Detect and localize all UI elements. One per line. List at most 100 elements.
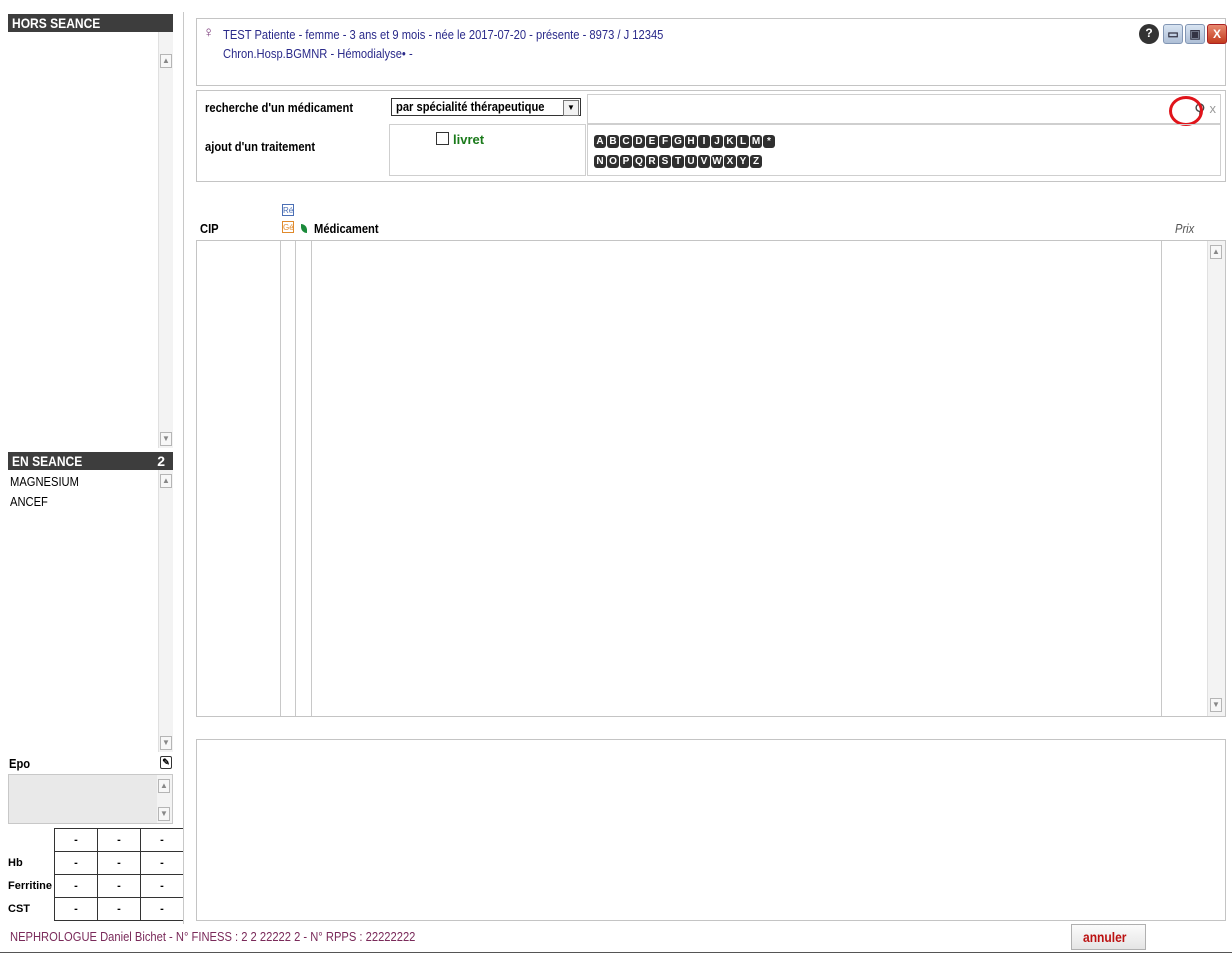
letter-button[interactable]: W [711,155,723,168]
letter-button[interactable]: Q [633,155,645,168]
en-seance-header: EN SEANCE 2 [8,452,173,470]
scroll-up-icon[interactable]: ▲ [160,474,172,488]
letter-button[interactable]: F [659,135,671,148]
help-icon[interactable]: ? [1139,24,1159,44]
livret-label: livret [453,132,485,147]
search-mode-select[interactable]: par spécialité thérapeutique ▼ [391,98,581,116]
table-row: CST - - - [6,897,185,921]
list-item[interactable]: ANCEF [8,492,156,512]
letter-button[interactable]: H [685,135,697,148]
female-symbol-icon: ♀ [203,24,215,41]
lab-value: - [97,851,142,875]
lab-value: - [54,874,99,898]
table-row: Ferritine - - - [6,874,185,898]
letter-button[interactable]: I [698,135,710,148]
letter-button[interactable]: G [672,135,684,148]
letter-button[interactable]: D [633,135,645,148]
lab-row-label [6,829,55,852]
grid-scrollbar[interactable]: ▲ ▼ [1207,241,1225,716]
letter-button[interactable]: X [724,155,736,168]
scroll-down-icon[interactable]: ▼ [160,432,172,446]
col-cip[interactable]: CIP [200,221,222,236]
clear-search-icon[interactable]: x [1210,101,1217,116]
letter-button[interactable]: A [594,135,606,148]
minimize-icon[interactable]: ▭ [1163,24,1183,44]
letter-button[interactable]: R [646,155,658,168]
patient-header: ♀ TEST Patiente - femme - 3 ans et 9 moi… [196,18,1227,86]
letter-button[interactable]: E [646,135,658,148]
col-prix[interactable]: Prix [1175,221,1197,236]
patient-identity: TEST Patiente - femme - 3 ans et 9 mois … [223,27,664,42]
en-seance-title: EN SEANCE [12,453,83,469]
letter-button[interactable]: J [711,135,723,148]
scroll-down-icon[interactable]: ▼ [160,736,172,750]
cancel-button-label: annuler [1083,929,1127,945]
list-item-label: ANCEF [10,494,48,509]
medication-grid: ▲ ▼ [196,240,1226,717]
grid-divider [280,241,281,716]
letter-button[interactable]: * [763,135,775,148]
lab-value: - [97,828,142,852]
cancel-button[interactable]: annuler [1071,924,1146,950]
letter-button[interactable]: L [737,135,749,148]
letter-button[interactable]: T [672,155,684,168]
table-row: Hb - - - [6,851,185,875]
en-seance-count: 2 [157,453,165,469]
alphabet-cell: A B C D E F G H I J K L M * NOPQRSTUVWXYZ [587,124,1221,176]
checkbox-icon[interactable] [436,132,449,145]
letter-button[interactable]: O [607,155,619,168]
table-row: - - - [6,828,185,852]
letter-button[interactable]: M [750,135,762,148]
lab-value: - [54,828,99,852]
letter-button[interactable]: V [698,155,710,168]
maximize-icon[interactable]: ▣ [1185,24,1205,44]
lab-value: - [54,851,99,875]
en-seance-scrollbar[interactable]: ▲ ▼ [158,470,173,752]
col-medicament[interactable]: Médicament [314,221,389,236]
lab-value: - [54,897,99,921]
lab-value: - [140,828,185,852]
badge-ge[interactable]: Gé [282,221,294,233]
search-input[interactable]: ⚲ x [587,94,1221,124]
letter-button[interactable]: Y [737,155,749,168]
lab-value: - [140,851,185,875]
leaf-icon[interactable] [301,224,307,233]
alphabet-row-2: NOPQRSTUVWXYZ [594,152,763,168]
lab-row-label: Hb [8,857,23,869]
search-panel: recherche d'un médicament par spécialité… [196,90,1226,182]
column-divider [183,12,184,924]
epo-scrollbar[interactable]: ▲ ▼ [157,775,172,823]
scroll-up-icon[interactable]: ▲ [158,779,170,793]
letter-button[interactable]: Z [750,155,762,168]
letter-button[interactable]: N [594,155,606,168]
lab-results-table: - - - Hb - - - Ferritine - - - CST - - - [6,828,185,921]
search-label: recherche d'un médicament [205,100,354,115]
letter-button[interactable]: C [620,135,632,148]
patient-service: Chron.Hosp.BGMNR - Hémodialyse• - [223,46,413,61]
scroll-up-icon[interactable]: ▲ [160,54,172,68]
scroll-down-icon[interactable]: ▼ [158,807,170,821]
grid-divider [311,241,312,716]
hors-seance-scrollbar[interactable]: ▲ ▼ [158,32,173,448]
scroll-down-icon[interactable]: ▼ [1210,698,1222,712]
lab-row-label: Ferritine [8,880,53,892]
epo-box: ▲ ▼ [8,774,173,824]
letter-button[interactable]: B [607,135,619,148]
chevron-down-icon[interactable]: ▼ [563,100,579,116]
livret-cell: livret [389,124,586,176]
highlight-annotation [1169,96,1203,126]
letter-button[interactable]: S [659,155,671,168]
grid-divider [295,241,296,716]
letter-button[interactable]: U [685,155,697,168]
edit-icon[interactable]: ✎ [160,756,172,769]
letter-button[interactable]: P [620,155,632,168]
close-icon[interactable]: X [1207,24,1227,44]
hors-seance-panel: HORS SEANCE ▲ ▼ [8,14,173,448]
list-item[interactable]: MAGNESIUM [8,472,156,492]
livret-checkbox[interactable]: livret [436,132,484,147]
lab-value: - [97,874,142,898]
badge-re[interactable]: Ré [282,204,294,216]
scroll-up-icon[interactable]: ▲ [1210,245,1222,259]
letter-button[interactable]: K [724,135,736,148]
lab-value: - [140,897,185,921]
